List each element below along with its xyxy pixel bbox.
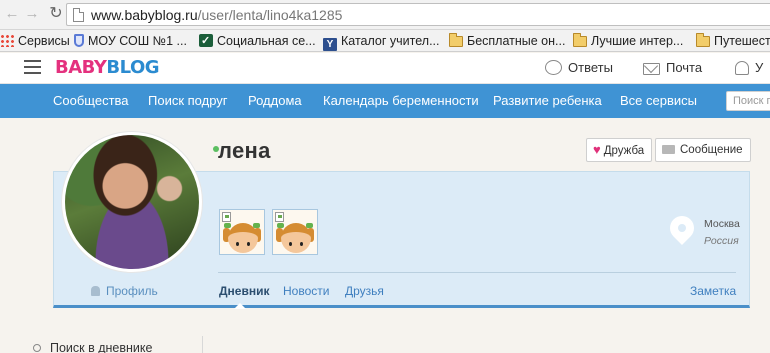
babyblog-logo[interactable]: BABYBLOG	[55, 57, 160, 78]
url-host: www.babyblog.ru	[91, 7, 198, 23]
site-search-input[interactable]: Поиск п	[726, 91, 770, 111]
message-button[interactable]: Сообщение	[655, 138, 751, 162]
notifications-link[interactable]: У	[735, 60, 763, 76]
bookmark-free[interactable]: Бесплатные он...	[449, 33, 565, 49]
achievement-badge[interactable]	[272, 209, 318, 255]
profile-link[interactable]: Профиль	[91, 284, 158, 298]
bookmark-catalog[interactable]: Y Каталог учител...	[323, 33, 440, 51]
friend-button[interactable]: ♥ Дружба	[586, 138, 653, 162]
bookmarks-bar: Сервисы МОУ СОШ №1 ... Социальная се... …	[0, 30, 770, 52]
page-icon	[73, 8, 84, 22]
logo-baby: BABY	[55, 57, 107, 78]
address-bar: ← → ↻ www.babyblog.ru/user/lenta/lino4ka…	[0, 0, 770, 30]
user-icon	[91, 286, 100, 296]
site-header: BABYBLOG Ответы Почта У	[0, 53, 770, 84]
folder-icon	[696, 33, 710, 47]
back-arrow-icon[interactable]: ←	[4, 6, 20, 22]
url-path: /user/lenta/lino4ka1285	[197, 7, 343, 23]
envelope-icon	[662, 145, 675, 154]
url-text: www.babyblog.ru/user/lenta/lino4ka1285	[91, 7, 342, 23]
bookmark-label: Сервисы	[18, 34, 70, 48]
nav-child-development[interactable]: Развитие ребенка	[493, 93, 602, 109]
bookmark-services[interactable]: Сервисы	[0, 33, 70, 49]
bookmark-school[interactable]: МОУ СОШ №1 ...	[74, 33, 187, 49]
active-tab-marker	[234, 303, 246, 309]
avatar[interactable]	[62, 132, 202, 272]
tab-news[interactable]: Новости	[283, 284, 329, 298]
bookmark-label: Бесплатные он...	[467, 34, 566, 48]
folder-icon	[449, 33, 463, 47]
message-button-label: Сообщение	[680, 144, 743, 156]
logo-blog: BLOG	[106, 57, 160, 78]
heart-icon: ♥	[593, 142, 601, 157]
forward-arrow-icon[interactable]: →	[24, 6, 40, 22]
diary-search-label: Поиск в дневнике	[50, 341, 153, 353]
bookmark-label: Каталог учител...	[341, 34, 440, 48]
answers-link[interactable]: Ответы	[545, 60, 613, 76]
nav-all-services[interactable]: Все сервисы	[620, 93, 697, 109]
nav-communities[interactable]: Сообщества	[53, 93, 129, 109]
chat-icon	[545, 60, 562, 75]
nav-maternity[interactable]: Роддома	[248, 93, 302, 109]
location-city: Москва	[704, 218, 740, 230]
answers-label: Ответы	[568, 60, 613, 75]
mail-label: Почта	[666, 60, 703, 75]
diary-search-link[interactable]: Поиск в дневнике	[33, 341, 152, 353]
bookmark-label: Социальная се...	[217, 34, 316, 48]
notifications-label: У	[755, 60, 764, 75]
friend-button-label: Дружба	[603, 145, 645, 157]
url-input[interactable]: www.babyblog.ru/user/lenta/lino4ka1285	[66, 3, 770, 26]
mail-link[interactable]: Почта	[643, 60, 702, 76]
bookmark-best[interactable]: Лучшие интер...	[573, 33, 683, 49]
nav-pregnancy-calendar[interactable]: Календарь беременности	[323, 93, 479, 109]
bookmark-social[interactable]: Социальная се...	[199, 33, 316, 49]
reload-icon[interactable]: ↻	[47, 5, 65, 23]
nav-find-friends[interactable]: Поиск подруг	[148, 93, 228, 109]
bookmark-label: Лучшие интер...	[591, 34, 684, 48]
sidebar-divider	[202, 336, 203, 353]
tab-diary[interactable]: Дневник	[219, 284, 269, 298]
bookmark-label: Путешест	[714, 34, 770, 48]
main-nav: Сообщества Поиск подруг Роддома Календар…	[0, 84, 770, 118]
bookmark-label: МОУ СОШ №1 ...	[88, 34, 187, 48]
mail-icon	[643, 63, 660, 75]
broken-image-icon	[275, 212, 284, 222]
profile-link-label: Профиль	[106, 284, 158, 298]
shield-icon	[74, 34, 84, 47]
tabs-divider	[218, 272, 736, 273]
achievement-badge[interactable]	[219, 209, 265, 255]
bell-icon	[735, 61, 749, 75]
profile-name: лена	[218, 138, 271, 163]
folder-icon	[573, 33, 587, 47]
tab-friends[interactable]: Друзья	[345, 284, 384, 298]
location-country: Россия	[704, 235, 739, 247]
yandex-icon: Y	[323, 38, 337, 51]
menu-icon[interactable]	[24, 60, 41, 74]
avatar-photo	[65, 135, 199, 269]
note-link[interactable]: Заметка	[690, 284, 736, 298]
check-icon	[199, 33, 213, 49]
apps-icon	[0, 34, 14, 47]
broken-image-icon	[222, 212, 231, 222]
search-icon	[33, 344, 41, 352]
bookmark-travel[interactable]: Путешест	[696, 33, 770, 49]
